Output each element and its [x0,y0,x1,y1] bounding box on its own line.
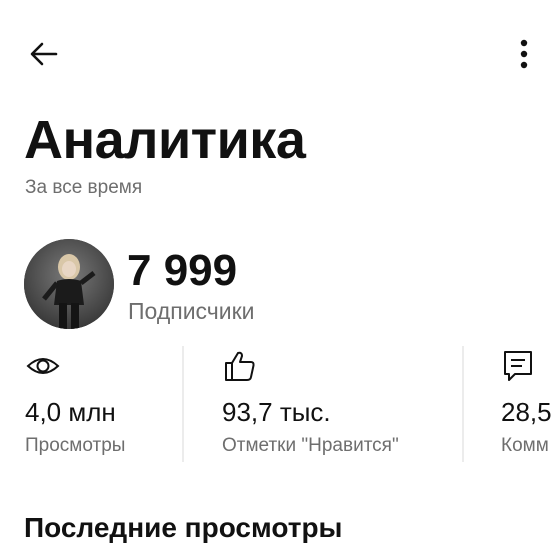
likes-label: Отметки "Нравится" [222,435,399,456]
stat-divider [462,346,464,462]
period-label: За все время [25,177,143,198]
subscribers-label: Подписчики [128,298,255,324]
views-value: 4,0 млн [25,397,116,427]
subscribers-count: 7 999 [127,246,238,295]
comments-label: Комм [501,435,549,456]
stat-comments[interactable]: 28,5 Комм [501,344,560,464]
channel-summary: 7 999 Подписчики [0,236,560,336]
comments-value: 28,5 [501,397,552,427]
page-title: Аналитика [24,110,306,170]
top-bar [0,0,560,110]
views-label: Просмотры [25,435,126,456]
eye-icon [26,358,60,374]
arrow-left-icon [30,42,58,66]
comment-icon [504,351,532,381]
more-options-button[interactable] [504,32,544,76]
back-button[interactable] [22,34,66,74]
channel-avatar[interactable] [24,239,114,329]
thumbs-up-icon [225,351,255,381]
more-vertical-icon [520,39,528,69]
recent-views-heading: Последние просмотры [24,512,343,543]
likes-value: 93,7 тыс. [222,397,331,427]
stats-row: 4,0 млн Просмотры 93,7 тыс. Отметки "Нра… [0,344,560,464]
stat-divider [182,346,184,462]
avatar-image [24,239,114,329]
